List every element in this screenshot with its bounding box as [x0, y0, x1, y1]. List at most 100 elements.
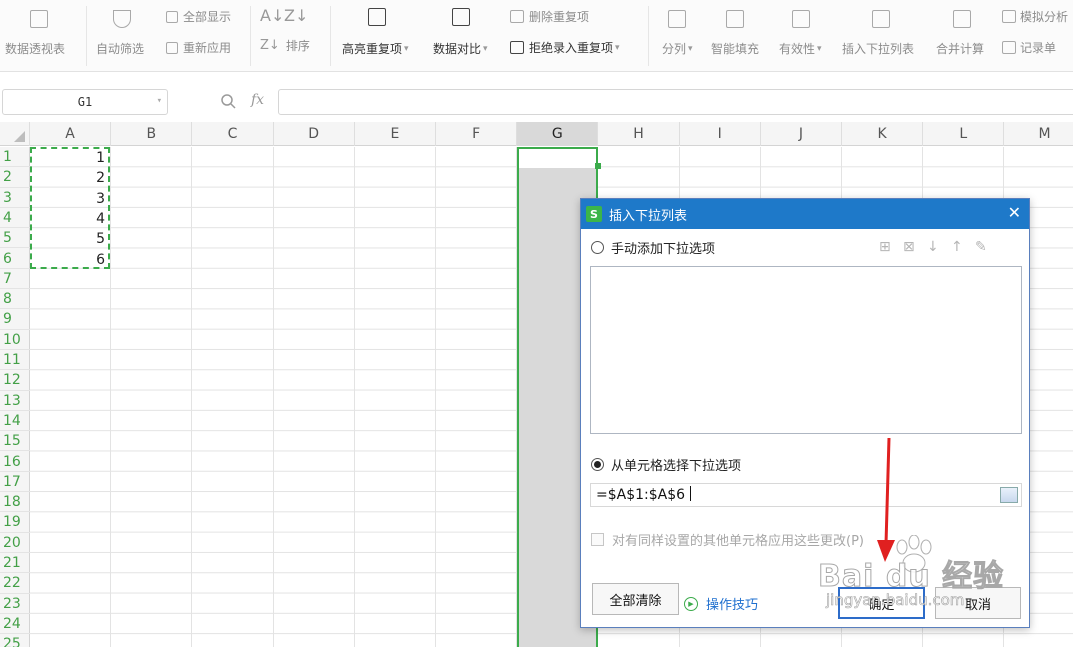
- zoom-search-icon[interactable]: [220, 93, 236, 109]
- column-header-b[interactable]: B: [111, 122, 193, 146]
- row-header-8[interactable]: 8: [0, 289, 30, 310]
- insert-dropdown-button[interactable]: 插入下拉列表: [842, 40, 914, 57]
- cell-a1[interactable]: 1: [96, 150, 105, 166]
- name-box-dropdown-icon[interactable]: ▾: [157, 96, 162, 106]
- autofilter-button[interactable]: 自动筛选: [96, 40, 144, 57]
- sort-button[interactable]: Z↓ 排序: [260, 37, 310, 54]
- pivot-table-button[interactable]: 数据透视表: [5, 40, 65, 57]
- manual-options-list[interactable]: [590, 266, 1022, 434]
- column-header-e[interactable]: E: [355, 122, 436, 146]
- simulate-analysis-button[interactable]: 模拟分析: [1002, 8, 1068, 25]
- smart-fill-icon: [726, 10, 744, 28]
- fx-icon[interactable]: fx: [251, 92, 264, 108]
- reject-duplicates-label: 拒绝录入重复项: [529, 41, 614, 55]
- column-header-d[interactable]: D: [274, 122, 355, 146]
- row-header-3[interactable]: 3: [0, 188, 30, 208]
- row-header-22[interactable]: 22: [0, 573, 30, 594]
- name-box-value: G1: [77, 95, 93, 109]
- show-all-label: 全部显示: [183, 10, 232, 24]
- move-down-icon[interactable]: ↓: [927, 239, 939, 255]
- column-header-g[interactable]: G: [517, 122, 599, 146]
- row-header-9[interactable]: 9: [0, 309, 30, 330]
- record-form-button[interactable]: 记录单: [1002, 39, 1056, 56]
- smart-fill-button[interactable]: 智能填充: [711, 40, 759, 57]
- radio-manual[interactable]: [591, 241, 604, 254]
- edit-item-icon[interactable]: ✎: [975, 239, 987, 255]
- range-picker-icon[interactable]: [1000, 487, 1018, 503]
- active-cell-g1[interactable]: [519, 149, 596, 168]
- select-all-corner[interactable]: [0, 122, 30, 146]
- reject-duplicates-button[interactable]: 拒绝录入重复项 ▾: [510, 39, 620, 56]
- range-input-value: =$A$1:$A$6: [596, 487, 686, 503]
- smart-fill-label: 智能填充: [711, 42, 760, 56]
- row-header-13[interactable]: 13: [0, 391, 30, 411]
- filter-icon: [113, 10, 131, 28]
- option-manual-label: 手动添加下拉选项: [611, 242, 716, 257]
- row-header-2[interactable]: 2: [0, 167, 30, 188]
- delete-duplicates-button[interactable]: 删除重复项: [510, 8, 589, 25]
- cell-a6[interactable]: 6: [96, 252, 105, 268]
- consolidate-button[interactable]: 合并计算: [936, 40, 984, 57]
- column-header-a[interactable]: A: [30, 122, 112, 146]
- row-header-25[interactable]: 25: [0, 634, 30, 647]
- tips-label: 操作技巧: [706, 598, 759, 613]
- validity-icon: [792, 10, 810, 28]
- column-header-m[interactable]: M: [1004, 122, 1073, 146]
- validity-button[interactable]: 有效性 ▾: [779, 40, 822, 57]
- sort-desc-icon[interactable]: Z↓: [284, 6, 308, 25]
- row-header-15[interactable]: 15: [0, 431, 30, 452]
- row-header-20[interactable]: 20: [0, 533, 30, 553]
- cell-a4[interactable]: 4: [96, 211, 105, 227]
- row-header-14[interactable]: 14: [0, 411, 30, 432]
- delete-item-icon[interactable]: ⊠: [903, 239, 915, 255]
- baidu-watermark: Bai du 经验 jingyan.baidu.com: [817, 535, 1018, 625]
- range-input[interactable]: =$A$1:$A$6: [590, 483, 1022, 507]
- data-compare-button[interactable]: 数据对比 ▾: [433, 40, 488, 57]
- add-item-icon[interactable]: ⊞: [879, 239, 891, 255]
- highlight-duplicates-button[interactable]: 高亮重复项 ▾: [342, 40, 409, 57]
- show-all-button[interactable]: 全部显示: [166, 8, 231, 25]
- column-header-f[interactable]: F: [436, 122, 518, 146]
- row-header-18[interactable]: 18: [0, 492, 30, 513]
- row-header-7[interactable]: 7: [0, 269, 30, 290]
- row-header-19[interactable]: 19: [0, 512, 30, 533]
- dialog-titlebar[interactable]: S 插入下拉列表 ✕: [581, 199, 1029, 229]
- row-header-12[interactable]: 12: [0, 370, 30, 391]
- row-header-10[interactable]: 10: [0, 330, 30, 350]
- clear-all-button[interactable]: 全部清除: [592, 583, 679, 615]
- fill-handle[interactable]: [595, 163, 601, 169]
- row-header-11[interactable]: 11: [0, 350, 30, 371]
- column-header-h[interactable]: H: [598, 122, 680, 146]
- row-header-16[interactable]: 16: [0, 452, 30, 472]
- row-header-6[interactable]: 6: [0, 249, 30, 269]
- column-header-k[interactable]: K: [842, 122, 924, 146]
- name-box[interactable]: G1 ▾: [2, 89, 168, 115]
- row-header-1[interactable]: 1: [0, 147, 30, 168]
- row-header-5[interactable]: 5: [0, 228, 30, 249]
- data-ribbon: 数据透视表 自动筛选 全部显示 重新应用 A↓ Z↓ Z↓ 排序 高亮重复项 ▾: [0, 0, 1073, 72]
- formula-input[interactable]: [278, 89, 1073, 115]
- row-header-24[interactable]: 24: [0, 614, 30, 635]
- sort-label: 排序: [285, 39, 310, 53]
- column-header-l[interactable]: L: [923, 122, 1005, 146]
- radio-cells[interactable]: [591, 458, 604, 471]
- row-header-23[interactable]: 23: [0, 594, 30, 614]
- row-header-17[interactable]: 17: [0, 472, 30, 493]
- sort-asc-icon[interactable]: A↓: [260, 6, 284, 25]
- column-header-i[interactable]: I: [680, 122, 761, 146]
- highlight-duplicates-icon: [368, 8, 386, 26]
- split-column-button[interactable]: 分列 ▾: [662, 40, 693, 57]
- row-header-4[interactable]: 4: [0, 208, 30, 229]
- tips-link[interactable]: ▶ 操作技巧: [684, 594, 758, 613]
- cell-a3[interactable]: 3: [96, 191, 105, 207]
- column-header-c[interactable]: C: [192, 122, 274, 146]
- consolidate-label: 合并计算: [936, 42, 985, 56]
- cell-a2[interactable]: 2: [96, 170, 105, 186]
- column-header-j[interactable]: J: [761, 122, 842, 146]
- move-up-icon[interactable]: ↑: [951, 239, 963, 255]
- apply-same-checkbox[interactable]: [591, 533, 604, 546]
- close-icon[interactable]: ✕: [1008, 205, 1021, 221]
- cell-a5[interactable]: 5: [96, 231, 105, 247]
- row-header-21[interactable]: 21: [0, 553, 30, 574]
- reapply-button[interactable]: 重新应用: [166, 39, 231, 56]
